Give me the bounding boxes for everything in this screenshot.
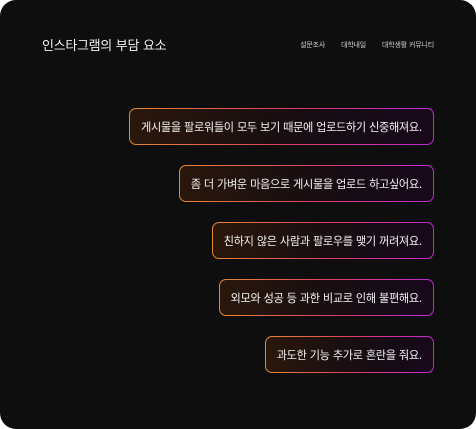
statement-card: 외모와 성공 등 과한 비교로 인해 불편해요. [219,279,434,316]
statement-list: 게시물을 팔로워들이 모두 보기 때문에 업로드하기 신중해져요. 좀 더 가벼… [129,108,434,373]
nav-link-survey[interactable]: 설문조사 [300,40,325,50]
page-frame: 인스타그램의 부담 요소 설문조사 대학내일 대학생활 커뮤니티 게시물을 팔로… [0,0,476,429]
statement-card: 좀 더 가벼운 마음으로 게시물을 업로드 하고싶어요. [179,165,434,202]
nav-link-daehaknaeil[interactable]: 대학내일 [341,40,366,50]
nav-link-community[interactable]: 대학생활 커뮤니티 [382,40,434,50]
statement-card: 게시물을 팔로워들이 모두 보기 때문에 업로드하기 신중해져요. [129,108,434,145]
page-title: 인스타그램의 부담 요소 [42,39,167,54]
statement-card: 과도한 기능 추가로 혼란을 줘요. [265,336,434,373]
top-nav: 설문조사 대학내일 대학생활 커뮤니티 [300,40,434,50]
statement-card: 친하지 않은 사람과 팔로우를 맺기 꺼려져요. [212,222,434,259]
